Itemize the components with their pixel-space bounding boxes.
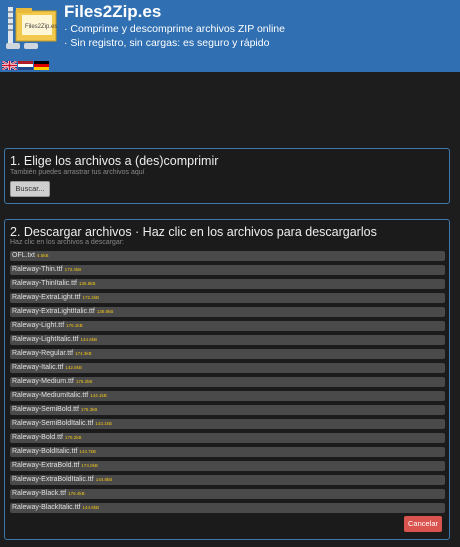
file-name: Raleway-Bold.ttf xyxy=(12,434,63,441)
file-name: Raleway-ExtraLight.ttf xyxy=(12,294,81,301)
step2-title: 2. Descargar archivos · Haz clic en los … xyxy=(10,225,377,239)
download-files-panel: 2. Descargar archivos · Haz clic en los … xyxy=(4,219,450,540)
file-size: 144.8kB xyxy=(95,477,113,482)
file-row[interactable]: Raleway-Light.ttf 176.1kB xyxy=(10,321,445,331)
file-name: Raleway-ThinItalic.ttf xyxy=(12,280,77,287)
file-name: Raleway-BlackItalic.ttf xyxy=(12,504,81,511)
file-size: 174.3kB xyxy=(75,351,92,356)
app-title[interactable]: Files2Zip.es xyxy=(64,2,161,22)
file-row[interactable]: Raleway-Medium.ttf 175.2kB xyxy=(10,377,445,387)
file-name: Raleway-Light.ttf xyxy=(12,322,65,329)
site-header: Files2Zip.es Files2Zip.es · Comprime y d… xyxy=(0,0,460,72)
download-hint: Haz clic en los archivos a descargar: xyxy=(10,239,124,246)
file-name: Raleway-Italic.ttf xyxy=(12,364,64,371)
file-name: Raleway-ExtraLightItalic.ttf xyxy=(12,308,95,315)
file-name: Raleway-Regular.ttf xyxy=(12,350,74,357)
file-name: Raleway-SemiBold.ttf xyxy=(12,406,79,413)
file-row[interactable]: Raleway-LightItalic.ttf 144.6kB xyxy=(10,335,445,345)
file-name: Raleway-BoldItalic.ttf xyxy=(12,448,78,455)
uk-flag-icon[interactable] xyxy=(2,61,17,70)
file-row[interactable]: Raleway-ExtraLightItalic.ttf 138.8kB xyxy=(10,307,445,317)
file-list: OFL.txt 4.5kB Raleway-Thin.ttf 173.4kB Ralew… xyxy=(10,251,445,517)
file-name: Raleway-ExtraBold.ttf xyxy=(12,462,80,469)
file-name: Raleway-Medium.ttf xyxy=(12,378,74,385)
file-row[interactable]: Raleway-BoldItalic.ttf 144.7kB xyxy=(10,447,445,457)
file-size: 175.2kB xyxy=(75,379,93,384)
file-size: 175.2kB xyxy=(64,435,82,440)
file-size: 176.1kB xyxy=(66,323,83,328)
cancel-button[interactable]: Cancelar xyxy=(404,516,442,532)
file-size: 143.1kB xyxy=(95,421,112,426)
zip-folder-logo-icon[interactable]: Files2Zip.es xyxy=(4,3,60,53)
file-row[interactable]: Raleway-ExtraBold.ttf 174.0kB xyxy=(10,461,445,471)
file-row[interactable]: OFL.txt 4.5kB xyxy=(10,251,445,261)
file-name: OFL.txt xyxy=(12,252,35,259)
file-size: 173.4kB xyxy=(64,267,82,272)
file-row[interactable]: Raleway-Thin.ttf 173.4kB xyxy=(10,265,445,275)
file-row[interactable]: Raleway-ExtraBoldItalic.ttf 144.8kB xyxy=(10,475,445,485)
file-size: 144.6kB xyxy=(80,337,98,342)
tagline-compress: · Comprime y descomprime archivos ZIP on… xyxy=(64,23,285,35)
file-row[interactable]: Raleway-BlackItalic.ttf 144.8kB xyxy=(10,503,445,513)
file-row[interactable]: Raleway-Black.ttf 176.4kB xyxy=(10,489,445,499)
file-size: 176.4kB xyxy=(68,491,85,496)
file-row[interactable]: Raleway-Italic.ttf 142.5kB xyxy=(10,363,445,373)
file-size: 138.8kB xyxy=(96,309,114,314)
browse-button[interactable]: Buscar... xyxy=(10,181,50,197)
file-row[interactable]: Raleway-ExtraLight.ttf 172.2kB xyxy=(10,293,445,303)
file-row[interactable]: Raleway-MediumItalic.ttf 144.1kB xyxy=(10,391,445,401)
file-name: Raleway-Thin.ttf xyxy=(12,266,63,273)
file-size: 144.7kB xyxy=(79,449,96,454)
file-row[interactable]: Raleway-SemiBold.ttf 175.3kB xyxy=(10,405,445,415)
file-name: Raleway-ExtraBoldItalic.ttf xyxy=(12,476,94,483)
file-name: Raleway-Black.ttf xyxy=(12,490,67,497)
file-size: 175.3kB xyxy=(80,407,98,412)
file-size: 142.5kB xyxy=(65,365,82,370)
language-selector xyxy=(2,61,49,70)
file-size: 136.8kB xyxy=(78,281,96,286)
netherlands-flag-icon[interactable] xyxy=(18,61,33,70)
file-size: 172.2kB xyxy=(82,295,99,300)
step1-title: 1. Elige los archivos a (des)comprimir xyxy=(10,154,219,168)
germany-flag-icon[interactable] xyxy=(34,61,49,70)
file-name: Raleway-MediumItalic.ttf xyxy=(12,392,89,399)
svg-text:Files2Zip.es: Files2Zip.es xyxy=(25,24,57,30)
file-name: Raleway-LightItalic.ttf xyxy=(12,336,79,343)
file-row[interactable]: Raleway-SemiBoldItalic.ttf 143.1kB xyxy=(10,419,445,429)
file-row[interactable]: Raleway-ThinItalic.ttf 136.8kB xyxy=(10,279,445,289)
file-row[interactable]: Raleway-Regular.ttf 174.3kB xyxy=(10,349,445,359)
choose-files-panel[interactable]: 1. Elige los archivos a (des)comprimir T… xyxy=(4,148,450,204)
file-name: Raleway-SemiBoldItalic.ttf xyxy=(12,420,94,427)
drag-drop-hint: También puedes arrastrar tus archivos aq… xyxy=(10,169,145,176)
file-row[interactable]: Raleway-Bold.ttf 175.2kB xyxy=(10,433,445,443)
tagline-secure: · Sin registro, sin cargas: es seguro y … xyxy=(64,37,270,49)
file-size: 174.0kB xyxy=(81,463,98,468)
file-size: 144.1kB xyxy=(90,393,107,398)
file-size: 144.8kB xyxy=(82,505,99,510)
file-size: 4.5kB xyxy=(36,253,49,258)
